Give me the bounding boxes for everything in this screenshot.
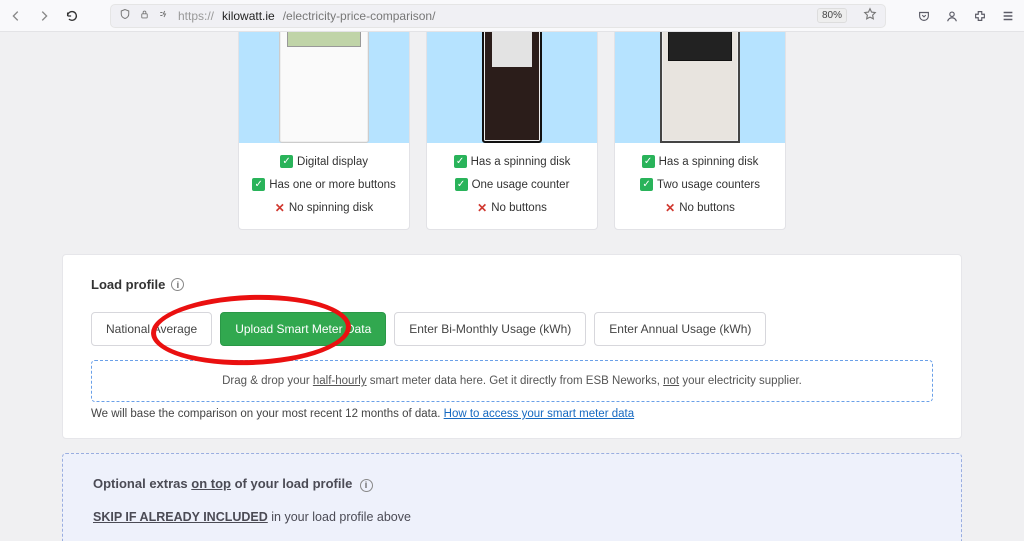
meter-feature: ✕No buttons [665,201,735,215]
address-bar[interactable]: https:// kilowatt.ie/electricity-price-co… [110,4,886,28]
meter-feature: ✓Has a spinning disk [642,155,759,168]
forward-icon[interactable] [36,8,52,24]
pocket-icon[interactable] [916,8,932,24]
tab-national-average[interactable]: National Average [91,312,212,346]
bookmark-star-icon[interactable] [863,7,877,24]
meter-feature: ✓Two usage counters [640,178,760,191]
smart-meter-dropzone[interactable]: Drag & drop your half-hourly smart meter… [91,360,933,402]
meter-feature: ✓Has a spinning disk [454,155,571,168]
meter-card: ✓Digital display ✓Has one or more button… [238,32,410,230]
shield-icon [119,8,131,23]
optional-heading: Optional extras on top of your load prof… [93,476,931,492]
load-profile-panel: Load profile i National Average Upload S… [62,254,962,439]
check-icon: ✓ [280,155,293,168]
check-icon: ✓ [455,178,468,191]
url-protocol: https:// [178,9,214,23]
account-icon[interactable] [944,8,960,24]
extensions-icon[interactable] [972,8,988,24]
load-profile-note: We will base the comparison on your most… [91,408,933,420]
meter-feature: ✓Has one or more buttons [252,178,396,191]
load-profile-tabs: National Average Upload Smart Meter Data… [91,312,933,346]
optional-extras-panel: Optional extras on top of your load prof… [62,453,962,541]
tab-upload-smart-meter[interactable]: Upload Smart Meter Data [220,312,386,346]
x-icon: ✕ [665,201,675,215]
load-profile-heading: Load profile i [91,277,933,292]
meter-image [427,32,597,143]
lock-icon [139,9,150,23]
meter-cards-row: ✓Digital display ✓Has one or more button… [62,32,962,230]
reload-icon[interactable] [64,8,80,24]
tab-bimonthly-usage[interactable]: Enter Bi-Monthly Usage (kWh) [394,312,586,346]
info-icon[interactable]: i [171,278,184,291]
zoom-badge[interactable]: 80% [817,8,847,23]
check-icon: ✓ [640,178,653,191]
url-host: kilowatt.ie [222,9,275,23]
check-icon: ✓ [642,155,655,168]
menu-icon[interactable] [1000,8,1016,24]
meter-card: ✓Has a spinning disk ✓Two usage counters… [614,32,786,230]
permissions-icon [158,8,170,23]
tab-annual-usage[interactable]: Enter Annual Usage (kWh) [594,312,766,346]
x-icon: ✕ [477,201,487,215]
browser-toolbar: https:// kilowatt.ie/electricity-price-co… [0,0,1024,32]
meter-image [239,32,409,143]
how-to-access-link[interactable]: How to access your smart meter data [444,408,634,420]
meter-image [615,32,785,143]
meter-feature: ✕No buttons [477,201,547,215]
back-icon[interactable] [8,8,24,24]
check-icon: ✓ [252,178,265,191]
info-icon[interactable]: i [360,479,373,492]
meter-feature: ✓Digital display [280,155,368,168]
optional-subheading: SKIP IF ALREADY INCLUDED in your load pr… [93,510,931,524]
meter-feature: ✕No spinning disk [275,201,373,215]
meter-card: ✓Has a spinning disk ✓One usage counter … [426,32,598,230]
meter-feature: ✓One usage counter [455,178,570,191]
x-icon: ✕ [275,201,285,215]
check-icon: ✓ [454,155,467,168]
url-path: /electricity-price-comparison/ [283,9,436,23]
